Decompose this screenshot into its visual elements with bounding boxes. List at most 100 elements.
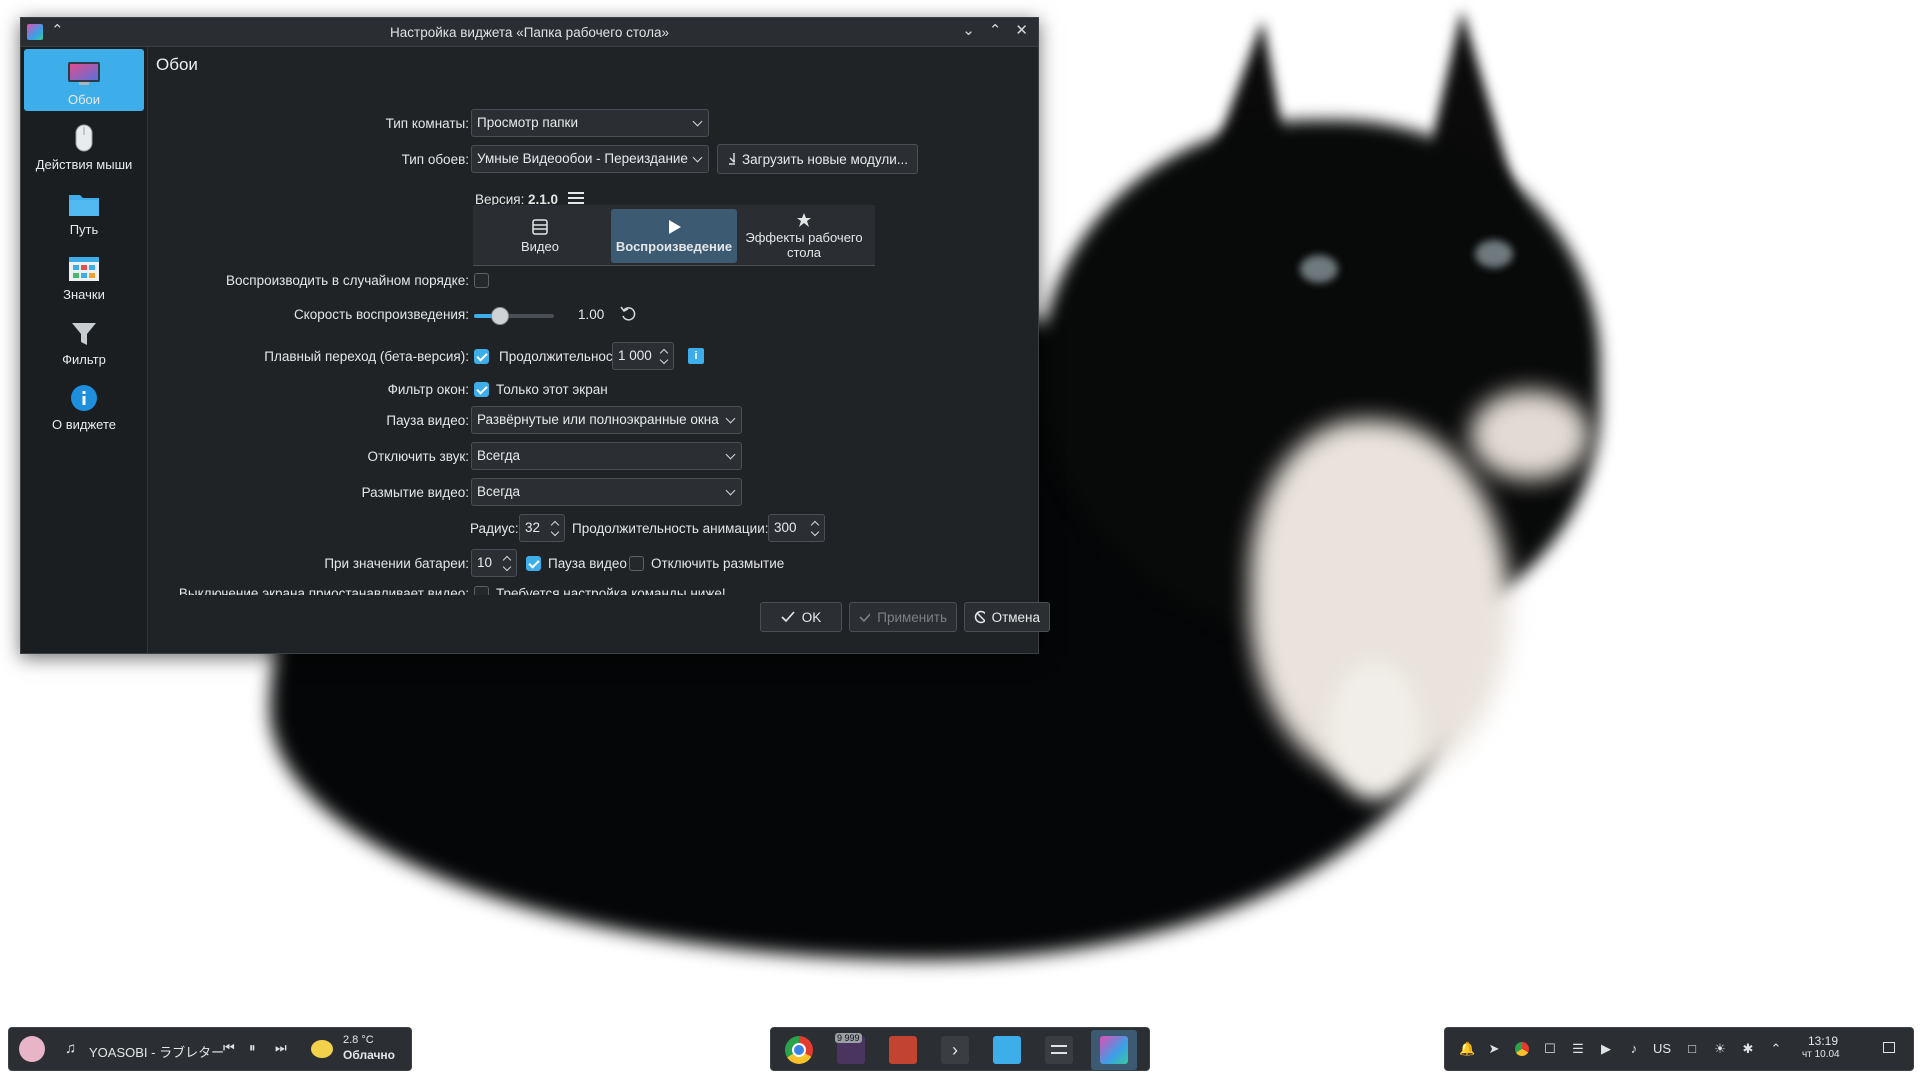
info-badge-icon[interactable]: i	[688, 348, 704, 364]
sidebar-item-label: Действия мыши	[35, 157, 133, 172]
wallpaper-type-combo[interactable]: Умные Видеообои - Переиздание	[471, 145, 709, 173]
battery-pause-checkbox[interactable]	[526, 556, 541, 571]
ok-button[interactable]: OK	[760, 602, 842, 632]
screen-off-row: Выключение экрана приостанавливает видео…	[148, 583, 1038, 595]
weather-temperature: 2.8 °C	[343, 1034, 374, 1046]
shuffle-label: Воспроизводить в случайном порядке:	[226, 273, 469, 288]
chevron-down-icon	[725, 449, 736, 460]
spin-down-icon[interactable]	[810, 527, 820, 537]
keyboard-layout[interactable]: US	[1653, 1041, 1671, 1056]
keep-above-icon[interactable]: ⌃	[51, 21, 64, 39]
title-bar[interactable]: ⌃ Настройка виджета «Папка рабочего стол…	[21, 18, 1038, 47]
chevron-down-icon	[692, 152, 703, 163]
screen-off-checkbox[interactable]	[474, 586, 489, 595]
previous-track-icon[interactable]: ⏮	[223, 1040, 235, 1056]
animation-duration-spinbox[interactable]: 300	[768, 514, 825, 542]
cloudy-weather-icon[interactable]	[311, 1040, 333, 1058]
battery-spinbox[interactable]: 10	[471, 549, 517, 577]
crossfade-label: Плавный переход (бета-версия):	[264, 349, 469, 364]
sidebar-item-about[interactable]: О виджете	[24, 374, 144, 436]
sidebar-item-path[interactable]: Путь	[24, 179, 144, 241]
document-icon[interactable]: ☐	[1543, 1042, 1557, 1056]
sidebar-item-icons[interactable]: Значки	[24, 244, 144, 306]
bluetooth-icon[interactable]: ✱	[1741, 1042, 1755, 1056]
wallpaper-icon	[68, 62, 100, 85]
shuffle-checkbox[interactable]	[474, 273, 489, 288]
clipboard-icon[interactable]: ☰	[1571, 1042, 1585, 1056]
chevron-down-icon	[692, 116, 703, 127]
close-icon[interactable]: ✕	[1015, 21, 1028, 39]
mute-combo[interactable]: Всегда	[471, 442, 742, 470]
reset-icon[interactable]	[620, 305, 636, 321]
hamburger-menu-icon[interactable]	[568, 191, 584, 205]
speed-slider-handle[interactable]	[491, 307, 510, 325]
media-title[interactable]: YOASOBI - ラブレター	[89, 1042, 224, 1061]
duration-spinbox[interactable]: 1 000	[612, 342, 674, 370]
tab-playback[interactable]: Воспроизведение	[611, 209, 737, 263]
spin-down-icon[interactable]	[502, 562, 512, 572]
blur-combo[interactable]: Всегда	[471, 478, 742, 506]
show-desktop-icon[interactable]	[1883, 1042, 1895, 1053]
cat-paw	[1330, 660, 1420, 800]
cat-eye-right	[1475, 240, 1513, 268]
media-player-icon[interactable]: ▶	[1599, 1042, 1613, 1056]
chevron-up-icon[interactable]: ⌃	[1769, 1042, 1783, 1056]
chrome-icon[interactable]	[785, 1036, 813, 1064]
clock-date[interactable]: чт 10.04	[1802, 1049, 1840, 1060]
avatar[interactable]	[19, 1036, 45, 1062]
clock-time[interactable]: 13:19	[1808, 1034, 1838, 1048]
filter-icon	[72, 323, 96, 345]
tab-label: Эффекты рабочего стола	[745, 230, 863, 260]
sidebar-item-mouse-actions[interactable]: Действия мыши	[24, 114, 144, 176]
media-weather-panel: ♫ YOASOBI - ラブレター ⏮ ⏸ ⏭ 2.8 °C Облачно	[8, 1027, 412, 1071]
minimize-icon[interactable]: ⌄	[962, 21, 975, 39]
sidebar-item-wallpaper[interactable]: Обои	[24, 49, 144, 111]
display-icon[interactable]: □	[1685, 1042, 1699, 1056]
icons-icon	[69, 257, 99, 281]
battery-disable-blur-checkbox[interactable]	[629, 556, 644, 571]
maximize-icon[interactable]: ⌃	[989, 21, 1002, 39]
game-app-icon[interactable]	[889, 1036, 917, 1064]
battery-pause-label: Пауза видео	[548, 556, 627, 571]
download-plugins-button[interactable]: Загрузить новые модули...	[717, 144, 918, 174]
system-settings-icon[interactable]	[1045, 1036, 1073, 1064]
music-note-icon: ♫	[65, 1040, 77, 1057]
task-manager-panel: 9 999 ›	[770, 1027, 1150, 1071]
volume-icon[interactable]: ♪	[1627, 1042, 1641, 1056]
this-screen-only-checkbox[interactable]	[474, 382, 489, 397]
cancel-label: Отмена	[991, 609, 1040, 625]
notifications-icon[interactable]: 🔔	[1459, 1042, 1475, 1056]
widget-settings-task-icon	[1100, 1036, 1128, 1064]
badge-app-icon[interactable]: 9 999	[835, 1033, 865, 1064]
pause-icon[interactable]: ⏸	[249, 1040, 256, 1056]
tab-desktop-effects[interactable]: Эффекты рабочего стола	[741, 209, 867, 263]
sidebar-item-filter[interactable]: Фильтр	[24, 309, 144, 371]
file-manager-icon[interactable]	[993, 1036, 1021, 1064]
apply-button[interactable]: Применить	[849, 602, 957, 632]
battery-disable-blur-label: Отключить размытие	[651, 556, 785, 571]
cancel-button[interactable]: Отмена	[964, 602, 1050, 632]
battery-value: 10	[477, 555, 493, 570]
radius-spinbox[interactable]: 32	[519, 514, 565, 542]
terminal-icon[interactable]: ›	[941, 1036, 969, 1064]
tab-video[interactable]: Видео	[477, 209, 603, 263]
next-track-icon[interactable]: ⏭	[275, 1040, 287, 1056]
sidebar-item-label: Путь	[69, 222, 99, 237]
layout-combo[interactable]: Просмотр папки	[471, 109, 709, 137]
duration-label: Продолжительность:	[499, 349, 630, 364]
brightness-icon[interactable]: ☀	[1713, 1042, 1727, 1056]
spin-down-icon[interactable]	[659, 355, 669, 365]
animation-duration-value: 300	[774, 520, 797, 535]
crossfade-checkbox[interactable]	[474, 349, 489, 364]
weather-description: Облачно	[343, 1048, 395, 1062]
active-task-highlight[interactable]	[1091, 1030, 1137, 1070]
sidebar-item-label: Фильтр	[62, 352, 106, 367]
pause-combo[interactable]: Развёрнутые или полноэкранные окна	[471, 406, 742, 434]
telegram-icon[interactable]: ➤	[1487, 1042, 1501, 1056]
chrome-tray-icon[interactable]	[1515, 1042, 1529, 1056]
settings-tab-bar: Видео Воспроизведение Эффекты рабочего с…	[473, 205, 875, 266]
spin-down-icon[interactable]	[550, 527, 560, 537]
sidebar-item-label: Значки	[63, 287, 105, 302]
screen-off-label: Выключение экрана приостанавливает видео…	[178, 586, 469, 595]
check-icon	[781, 611, 795, 623]
